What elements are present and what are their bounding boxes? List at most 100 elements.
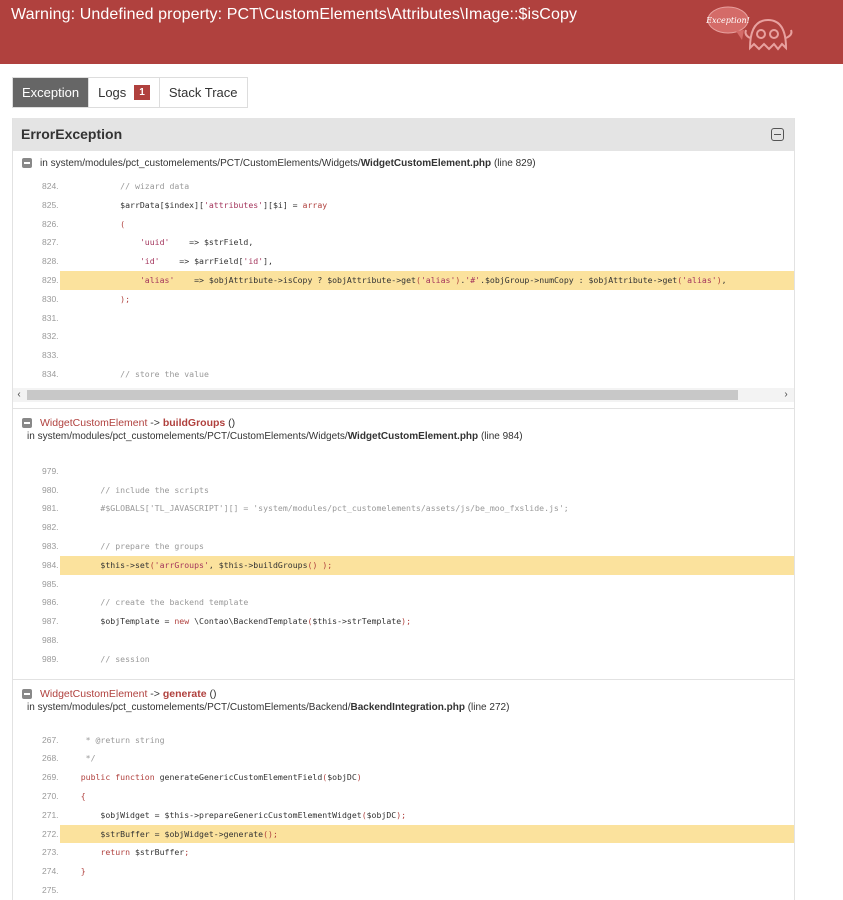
line-number: 832. — [13, 327, 60, 347]
code-line: 834. // store the value — [13, 364, 794, 384]
code-line: 980. // include the scripts — [13, 480, 794, 500]
code-line: 984. $this->set('arrGroups', $this->buil… — [13, 555, 794, 575]
line-number: 985. — [13, 574, 60, 594]
line-source: $objWidget = $this->prepareGenericCustom… — [61, 809, 407, 820]
line-number: 829. — [13, 270, 60, 290]
code-line: 272. $strBuffer = $objWidget->generate()… — [13, 824, 794, 844]
frame-in-label: in — [27, 430, 35, 442]
line-number: 273. — [13, 843, 60, 863]
tab-bar: Exception Logs 1 Stack Trace — [12, 77, 248, 108]
line-source: $strBuffer = $objWidget->generate(); — [61, 828, 278, 839]
line-source: ( — [120, 218, 126, 229]
frame-path: system/modules/pct_customelements/PCT/Cu… — [37, 701, 351, 713]
exception-type: ErrorException — [21, 126, 123, 142]
line-number: 831. — [13, 308, 60, 328]
line-number: 269. — [13, 768, 60, 787]
frame-file: WidgetCustomElement.php — [360, 158, 492, 169]
line-number: 987. — [13, 612, 60, 631]
line-number: 825. — [13, 195, 60, 215]
frame-arrow: -> — [147, 416, 163, 429]
tab-logs[interactable]: Logs 1 — [89, 78, 160, 107]
line-number: 268. — [13, 749, 60, 769]
scroll-right-icon[interactable]: › — [780, 388, 792, 402]
line-source: // create the backend template — [61, 597, 249, 608]
line-number: 270. — [13, 786, 60, 806]
scrollbar-thumb[interactable] — [27, 389, 738, 400]
exception-ghost-logo: Exception! — [706, 6, 793, 51]
code-line: 989. // session — [13, 649, 794, 669]
frame-paren: () — [225, 416, 236, 429]
exception-panel: ErrorException in system/modules/pct_cus… — [12, 118, 795, 900]
code-line: 825. $arrData[$index]['attributes'][$i] … — [13, 195, 794, 215]
error-title: Warning: Undefined property: PCT\CustomE… — [11, 6, 578, 23]
frame-in-label: in — [40, 158, 48, 169]
line-source: // prepare the groups — [61, 540, 204, 551]
line-number: 980. — [13, 480, 60, 500]
line-number: 988. — [13, 630, 60, 650]
line-source: public function generateGenericCustomEle… — [80, 772, 362, 783]
code-line: 828. 'id' => $arrField['id'], — [13, 252, 794, 271]
line-number: 272. — [13, 824, 60, 844]
code-line: 271. $objWidget = $this->prepareGenericC… — [13, 805, 794, 825]
code-line: 267. * @return string — [13, 730, 794, 750]
frame-line-info: (line 984) — [480, 430, 523, 442]
frame-path: system/modules/pct_customelements/PCT/Cu… — [50, 158, 361, 169]
scroll-left-icon[interactable]: ‹ — [13, 388, 25, 402]
line-source: ); — [120, 293, 131, 304]
frame-collapse-icon[interactable] — [22, 417, 32, 428]
code-line: 827. 'uuid' => $strField, — [13, 233, 794, 253]
frame-line-info: (line 829) — [493, 158, 536, 169]
stack-frame: in system/modules/pct_customelements/PCT… — [13, 151, 794, 409]
code-snippet: 267. * @return string 268. */269. public … — [13, 730, 794, 900]
frame-header: in system/modules/pct_customelements/PCT… — [13, 151, 794, 177]
frame-header: WidgetCustomElement -> buildGroups () in… — [13, 409, 794, 449]
line-source: 'uuid' => $strField, — [139, 237, 254, 248]
frame-line-info: (line 272) — [467, 701, 510, 713]
frame-collapse-icon[interactable] — [22, 688, 32, 699]
logs-count-badge: 1 — [134, 85, 150, 100]
line-number: 275. — [13, 880, 60, 900]
line-source: 'alias' => $objAttribute->isCopy ? $objA… — [139, 274, 727, 285]
code-line: 986. // create the backend template — [13, 593, 794, 613]
frame-file: WidgetCustomElement.php — [347, 430, 479, 442]
code-line: 274. } — [13, 862, 794, 881]
frame-collapse-icon[interactable] — [22, 158, 32, 168]
line-number: 979. — [13, 461, 60, 481]
stack-frame: WidgetCustomElement -> buildGroups () in… — [13, 409, 794, 680]
horizontal-scrollbar[interactable]: ‹ › — [13, 387, 794, 402]
code-line: 273. return $strBuffer; — [13, 843, 794, 863]
line-number: 982. — [13, 518, 60, 537]
tab-logs-label: Logs — [98, 85, 127, 100]
stack-frame: WidgetCustomElement -> generate () in sy… — [13, 680, 794, 900]
line-number: 267. — [13, 730, 60, 750]
line-source: // store the value — [61, 368, 209, 379]
line-source: // wizard data — [61, 181, 190, 191]
code-line: 988. — [13, 630, 794, 650]
line-number: 983. — [13, 536, 60, 556]
line-source: */ — [61, 753, 96, 764]
code-line: 270. { — [13, 786, 794, 806]
line-number: 984. — [13, 555, 60, 575]
code-line: 833. — [13, 346, 794, 365]
collapse-all-button[interactable] — [771, 128, 784, 141]
code-line: 981. #$GLOBALS['TL_JAVASCRIPT'][] = 'sys… — [13, 499, 794, 519]
line-source: #$GLOBALS['TL_JAVASCRIPT'][] = 'system/m… — [61, 503, 569, 514]
line-number: 271. — [13, 805, 60, 825]
code-snippet: 979. 980. // include the scripts 981. #$GL… — [13, 461, 794, 669]
tab-exception[interactable]: Exception — [13, 78, 90, 107]
tab-stack-trace[interactable]: Stack Trace — [160, 78, 247, 107]
code-line: 987. $objTemplate = new \Contao\BackendT… — [13, 612, 794, 631]
code-line: 982. — [13, 518, 794, 537]
line-number: 833. — [13, 346, 60, 365]
line-number: 827. — [13, 233, 60, 253]
code-line: 983. // prepare the groups — [13, 536, 794, 556]
line-number: 828. — [13, 252, 60, 271]
line-number: 830. — [13, 289, 60, 309]
line-number: 981. — [13, 499, 60, 519]
logo-text: Exception! — [706, 16, 750, 25]
code-line: 979. — [13, 461, 794, 481]
frame-class: WidgetCustomElement — [40, 416, 148, 429]
code-line: 985. — [13, 574, 794, 594]
frame-function: generate — [162, 687, 207, 700]
frame-paren: () — [206, 687, 217, 700]
